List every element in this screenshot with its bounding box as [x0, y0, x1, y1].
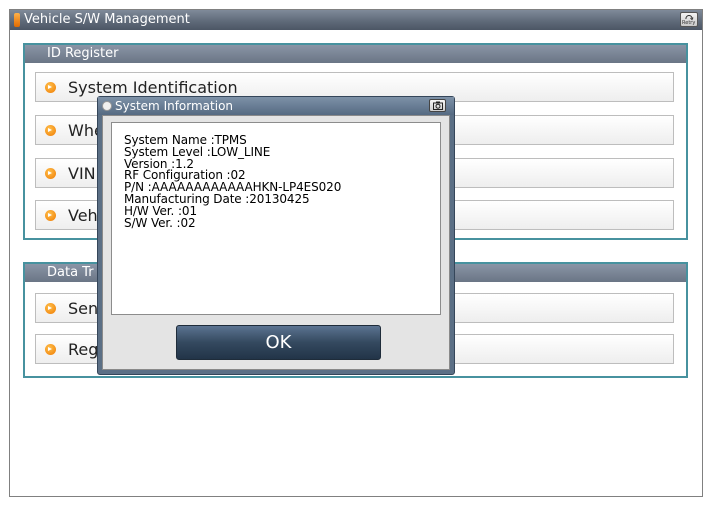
arrow-bullet-icon — [45, 303, 56, 314]
arrow-bullet-icon — [45, 82, 56, 93]
arrow-bullet-icon — [45, 344, 56, 355]
menu-item-label: Reg — [68, 340, 99, 359]
menu-item-label: System Identification — [68, 78, 238, 97]
id-register-header: ID Register — [25, 45, 686, 63]
menu-item-label: VIN — [68, 164, 96, 183]
arrow-bullet-icon — [45, 168, 56, 179]
menu-item-label: Sen — [68, 299, 99, 318]
dialog-title: System Information — [115, 99, 234, 113]
sw-version-line: S/W Ver. :02 — [124, 215, 196, 230]
window-title: Vehicle S/W Management — [24, 12, 190, 27]
app-icon — [14, 13, 20, 27]
menu-item-label: Veh — [68, 206, 98, 225]
dialog-body: System Name :TPMS System Level :LOW_LINE… — [102, 115, 450, 370]
ok-button[interactable]: OK — [176, 325, 381, 360]
arrow-bullet-icon — [45, 210, 56, 221]
retry-label: Retry — [682, 20, 696, 26]
retry-button[interactable]: Retry — [680, 12, 698, 27]
window-titlebar: Vehicle S/W Management Retry — [10, 10, 702, 30]
dialog-titlebar: System Information — [98, 97, 454, 115]
arrow-bullet-icon — [45, 125, 56, 136]
camera-icon — [433, 101, 443, 110]
screenshot-button[interactable] — [429, 99, 446, 112]
dialog-icon — [102, 101, 112, 111]
system-info-text-box: System Name :TPMS System Level :LOW_LINE… — [111, 122, 441, 315]
system-information-dialog: System Information System Name :TPMS Sys… — [97, 96, 455, 375]
